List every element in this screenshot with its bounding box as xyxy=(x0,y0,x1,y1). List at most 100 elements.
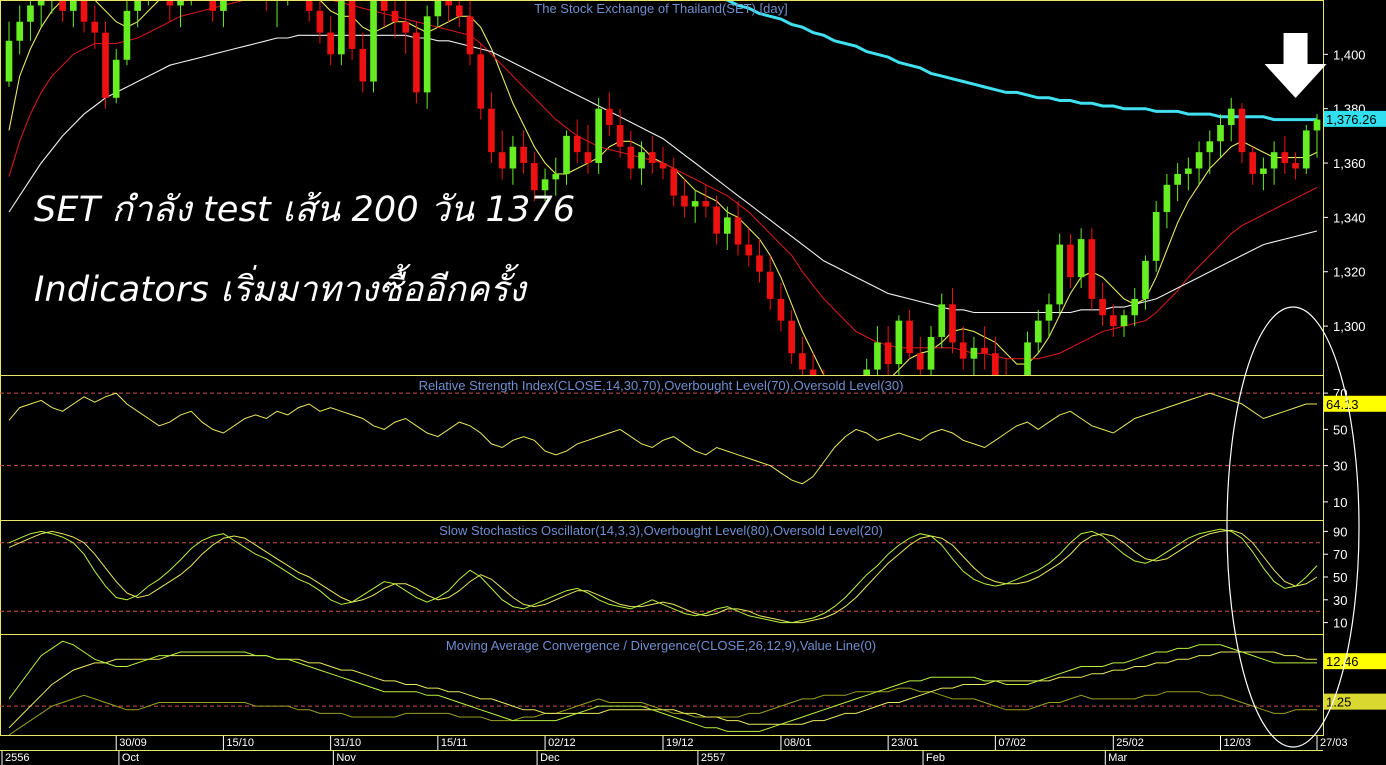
candle-body xyxy=(884,342,892,365)
candle-body xyxy=(1174,173,1181,185)
candle-body xyxy=(391,10,399,22)
candle-body xyxy=(1056,244,1064,305)
candle-body xyxy=(70,0,77,11)
axis-month-label: Oct xyxy=(122,752,139,764)
candle-body xyxy=(112,59,120,98)
candle-body xyxy=(1024,342,1031,375)
candle-body xyxy=(1099,298,1106,316)
candle-body xyxy=(606,108,613,125)
candle-body xyxy=(938,304,946,337)
candle-body xyxy=(520,146,527,164)
candle-body xyxy=(756,255,763,272)
candle-body xyxy=(573,135,581,153)
candle-body xyxy=(455,5,463,17)
candle-body xyxy=(316,10,324,33)
candle-body xyxy=(874,342,881,370)
candle-body xyxy=(370,0,377,82)
axis-day-label: 02/12 xyxy=(548,737,576,749)
candle-body xyxy=(1227,108,1235,125)
candle-body xyxy=(5,40,13,82)
candle-body xyxy=(209,0,217,11)
price-y-tick-label: 1,320 xyxy=(1333,265,1366,280)
candle-body xyxy=(1302,130,1310,169)
candle-body xyxy=(970,347,978,359)
candle-body xyxy=(799,353,806,370)
axis-month-label: 2557 xyxy=(701,752,725,764)
candle-body xyxy=(1142,260,1149,299)
candle-body xyxy=(488,108,495,153)
axis-month-label: Nov xyxy=(336,752,356,764)
candle-body xyxy=(380,0,388,11)
candle-body xyxy=(648,152,656,164)
candle-body xyxy=(1131,298,1139,316)
candle-body xyxy=(659,163,667,169)
candle-body xyxy=(123,10,131,60)
candle-body xyxy=(305,0,313,11)
rsi-y-tick-label: 50 xyxy=(1333,422,1347,437)
candle-body xyxy=(1109,315,1117,327)
candle-body xyxy=(981,347,988,354)
price-y-tick-label: 1,340 xyxy=(1333,210,1366,225)
candle-body xyxy=(402,21,410,33)
candle-body xyxy=(906,320,913,354)
macd-chart-title: Moving Average Convergence / Divergence(… xyxy=(446,638,876,653)
candle-body xyxy=(788,320,795,354)
candle-body xyxy=(134,0,141,11)
candle-body xyxy=(509,146,517,169)
candle-body xyxy=(584,152,592,164)
candle-body xyxy=(59,0,66,11)
candle-body xyxy=(681,195,688,207)
price-chart-title: The Stock Exchange of Thailand(SET) [day… xyxy=(534,1,787,16)
candle-body xyxy=(1281,152,1289,164)
stochastic-y-tick-label: 30 xyxy=(1333,593,1347,608)
axis-day-label: 25/02 xyxy=(1116,737,1144,749)
candle-body xyxy=(1217,125,1224,142)
candle-body xyxy=(713,206,720,234)
candle-body xyxy=(348,0,356,49)
candle-body xyxy=(691,201,699,207)
rsi-y-tick-label: 30 xyxy=(1333,459,1347,474)
candle-body xyxy=(1270,152,1278,169)
candle-body xyxy=(702,201,710,207)
candle-body xyxy=(102,32,109,98)
price-y-tick-label: 1,300 xyxy=(1333,319,1366,334)
axis-month-label: Dec xyxy=(540,752,560,764)
candle-body xyxy=(91,21,99,33)
candle-body xyxy=(1077,239,1085,278)
candle-body xyxy=(1152,211,1160,261)
price-y-tick-label: 1,400 xyxy=(1333,47,1366,62)
overlay-line-1: SET กำลัง test เส้น 200 วัน 1376 xyxy=(34,190,576,230)
candle-body xyxy=(959,342,967,359)
candle-body xyxy=(220,0,227,11)
candle-body xyxy=(1034,320,1042,343)
price-y-tick-label: 1,360 xyxy=(1333,156,1366,171)
candle-body xyxy=(327,32,334,55)
candle-body xyxy=(16,21,24,41)
axis-month-label: Mar xyxy=(1108,752,1127,764)
axis-day-label: 30/09 xyxy=(119,737,147,749)
candle-body xyxy=(434,0,442,17)
rsi-y-tick-label: 10 xyxy=(1333,495,1347,510)
stochastic-y-tick-label: 50 xyxy=(1333,570,1347,585)
candle-body xyxy=(734,217,742,245)
candle-body xyxy=(466,16,474,55)
candle-body xyxy=(777,298,785,321)
candle-body xyxy=(498,152,506,169)
candle-body xyxy=(670,168,678,196)
candle-body xyxy=(552,173,560,180)
candle-body xyxy=(413,32,420,93)
axis-day-label: 27/03 xyxy=(1320,737,1348,749)
candle-body xyxy=(1163,184,1171,212)
candle-body xyxy=(1195,152,1203,169)
macd-last-value-badge-text: 12.46 xyxy=(1326,654,1359,669)
axis-day-label: 08/01 xyxy=(784,737,812,749)
axis-month-label: Feb xyxy=(926,752,945,764)
candle-body xyxy=(27,5,34,22)
rsi-chart-title: Relative Strength Index(CLOSE,14,30,70),… xyxy=(419,378,904,393)
candle-body xyxy=(916,353,924,370)
axis-day-label: 23/01 xyxy=(891,737,919,749)
candle-body xyxy=(1206,141,1214,153)
candle-body xyxy=(992,353,999,375)
candle-body xyxy=(1292,163,1299,169)
axis-day-label: 12/03 xyxy=(1224,737,1252,749)
